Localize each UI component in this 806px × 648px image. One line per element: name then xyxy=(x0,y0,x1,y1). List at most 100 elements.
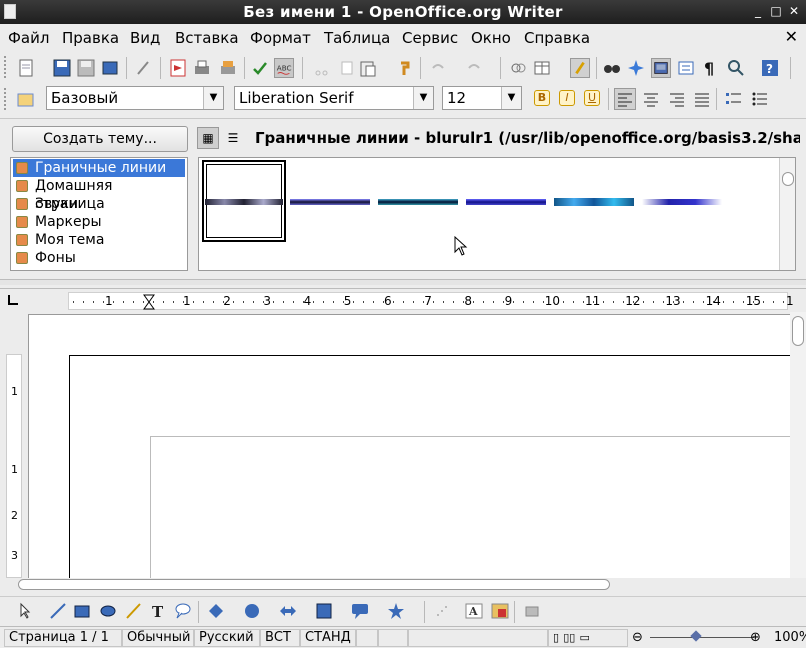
cut-icon[interactable] xyxy=(312,58,332,78)
email-icon[interactable] xyxy=(100,58,120,78)
fontwork-icon[interactable]: A xyxy=(464,601,484,621)
basic-shapes-icon[interactable] xyxy=(206,601,226,621)
view-layout-selector[interactable]: ▯ ▯▯ ▭ xyxy=(548,629,628,647)
toolbar-grip[interactable] xyxy=(4,88,8,110)
theme-item[interactable]: Моя тема xyxy=(13,231,185,249)
points-icon[interactable] xyxy=(432,601,452,621)
border-line-image[interactable] xyxy=(378,199,458,205)
icon-view-icon[interactable]: ▦ xyxy=(197,127,219,149)
font-name-combo[interactable]: Liberation Serif ▼ xyxy=(234,86,434,110)
font-size-combo[interactable]: 12 ▼ xyxy=(442,86,522,110)
flowchart-icon[interactable] xyxy=(314,601,334,621)
page[interactable] xyxy=(69,355,792,580)
close-document-icon[interactable]: ✕ xyxy=(785,27,798,46)
bullets-icon[interactable] xyxy=(750,89,770,109)
minimize-button[interactable]: _ xyxy=(750,3,766,19)
freeform-icon[interactable] xyxy=(124,601,144,621)
menu-format[interactable]: Формат xyxy=(250,29,311,47)
document-modified-indicator[interactable] xyxy=(356,629,378,647)
digital-signature-indicator[interactable] xyxy=(378,629,408,647)
find-replace-icon[interactable] xyxy=(602,58,622,78)
horizontal-ruler[interactable]: 11234567891011121314151 xyxy=(68,292,794,310)
symbol-shapes-icon[interactable] xyxy=(242,601,262,621)
callout-icon[interactable] xyxy=(173,601,193,621)
show-draw-functions-icon[interactable] xyxy=(570,58,590,78)
table-icon[interactable] xyxy=(532,58,552,78)
chevron-down-icon[interactable]: ▼ xyxy=(413,87,433,109)
gallery-scrollbar[interactable] xyxy=(779,158,795,270)
gallery-splitter[interactable] xyxy=(0,279,806,285)
theme-item[interactable]: Граничные линии xyxy=(13,159,185,177)
scrollbar-thumb[interactable] xyxy=(782,172,794,186)
chevron-down-icon[interactable]: ▼ xyxy=(203,87,223,109)
justify-icon[interactable] xyxy=(692,89,712,109)
save-icon[interactable] xyxy=(52,58,72,78)
align-right-icon[interactable] xyxy=(667,89,687,109)
gallery-item-selected[interactable] xyxy=(202,160,286,242)
zoom-out-icon[interactable]: ⊖ xyxy=(632,630,643,645)
zoom-level[interactable]: 100% xyxy=(774,630,806,645)
menu-file[interactable]: Файл xyxy=(8,29,49,47)
extrusion-icon[interactable] xyxy=(522,601,542,621)
clone-formatting-icon[interactable] xyxy=(396,58,416,78)
tab-stop-selector[interactable] xyxy=(8,295,18,305)
copy-icon[interactable] xyxy=(336,58,356,78)
rectangle-icon[interactable] xyxy=(72,601,92,621)
ellipse-icon[interactable] xyxy=(98,601,118,621)
theme-item[interactable]: Фоны xyxy=(13,249,185,267)
zoom-slider-knob[interactable] xyxy=(690,630,702,642)
menu-tools[interactable]: Сервис xyxy=(402,29,458,47)
zoom-slider[interactable] xyxy=(650,637,754,638)
gallery-icon[interactable] xyxy=(651,58,671,78)
paragraph-style-combo[interactable]: Базовый ▼ xyxy=(46,86,224,110)
zoom-in-icon[interactable]: ⊕ xyxy=(750,630,761,645)
menu-insert[interactable]: Вставка xyxy=(175,29,239,47)
block-arrows-icon[interactable] xyxy=(278,601,298,621)
print-preview-icon[interactable] xyxy=(218,58,238,78)
border-line-image[interactable] xyxy=(290,199,370,205)
maximize-button[interactable]: □ xyxy=(768,3,784,19)
document-vertical-scrollbar[interactable] xyxy=(790,312,806,578)
horizontal-scrollbar[interactable] xyxy=(18,579,610,590)
align-center-icon[interactable] xyxy=(641,89,661,109)
menu-window[interactable]: Окно xyxy=(471,29,511,47)
align-left-icon[interactable] xyxy=(614,88,636,110)
text-icon[interactable]: T xyxy=(148,601,168,621)
styles-formatting-icon[interactable] xyxy=(16,90,36,110)
selection-mode-indicator[interactable]: СТАНД xyxy=(300,629,356,647)
new-theme-button[interactable]: Создать тему... xyxy=(12,126,188,152)
underline-button[interactable]: U xyxy=(584,90,600,106)
redo-icon[interactable] xyxy=(464,58,484,78)
menu-help[interactable]: Справка xyxy=(524,29,590,47)
export-pdf-icon[interactable] xyxy=(168,58,188,78)
language-indicator[interactable]: Русский xyxy=(194,629,260,647)
help-icon[interactable]: ? xyxy=(760,58,780,78)
autospellcheck-icon[interactable]: ABC xyxy=(274,58,294,78)
page-style-indicator[interactable]: Обычный xyxy=(122,629,194,647)
save-as-icon[interactable] xyxy=(76,58,96,78)
theme-item[interactable]: Домашняя страница xyxy=(13,177,185,212)
formatting-marks-icon[interactable]: ¶ xyxy=(700,58,720,78)
toolbar-grip[interactable] xyxy=(4,56,8,78)
page-indicator[interactable]: Страница 1 / 1 xyxy=(4,629,122,647)
bold-button[interactable]: B xyxy=(534,90,550,106)
window-close-button[interactable]: ✕ xyxy=(786,3,802,19)
single-page-icon[interactable]: ▯ xyxy=(553,631,559,644)
text-boundary[interactable] xyxy=(150,436,792,580)
book-view-icon[interactable]: ▭ xyxy=(579,631,589,644)
stars-icon[interactable] xyxy=(386,601,406,621)
data-sources-icon[interactable] xyxy=(676,58,696,78)
chevron-down-icon[interactable]: ▼ xyxy=(501,87,521,109)
callouts-icon[interactable] xyxy=(350,601,370,621)
menu-edit[interactable]: Правка xyxy=(62,29,119,47)
multi-page-icon[interactable]: ▯▯ xyxy=(563,631,575,644)
spellcheck-icon[interactable] xyxy=(250,58,270,78)
print-icon[interactable] xyxy=(192,58,212,78)
menu-table[interactable]: Таблица xyxy=(324,29,390,47)
select-pointer-icon[interactable] xyxy=(16,601,36,621)
line-icon[interactable] xyxy=(48,601,68,621)
new-document-icon[interactable] xyxy=(16,58,36,78)
numbering-icon[interactable] xyxy=(724,89,744,109)
from-file-icon[interactable] xyxy=(490,601,510,621)
scrollbar-thumb[interactable] xyxy=(792,316,804,346)
